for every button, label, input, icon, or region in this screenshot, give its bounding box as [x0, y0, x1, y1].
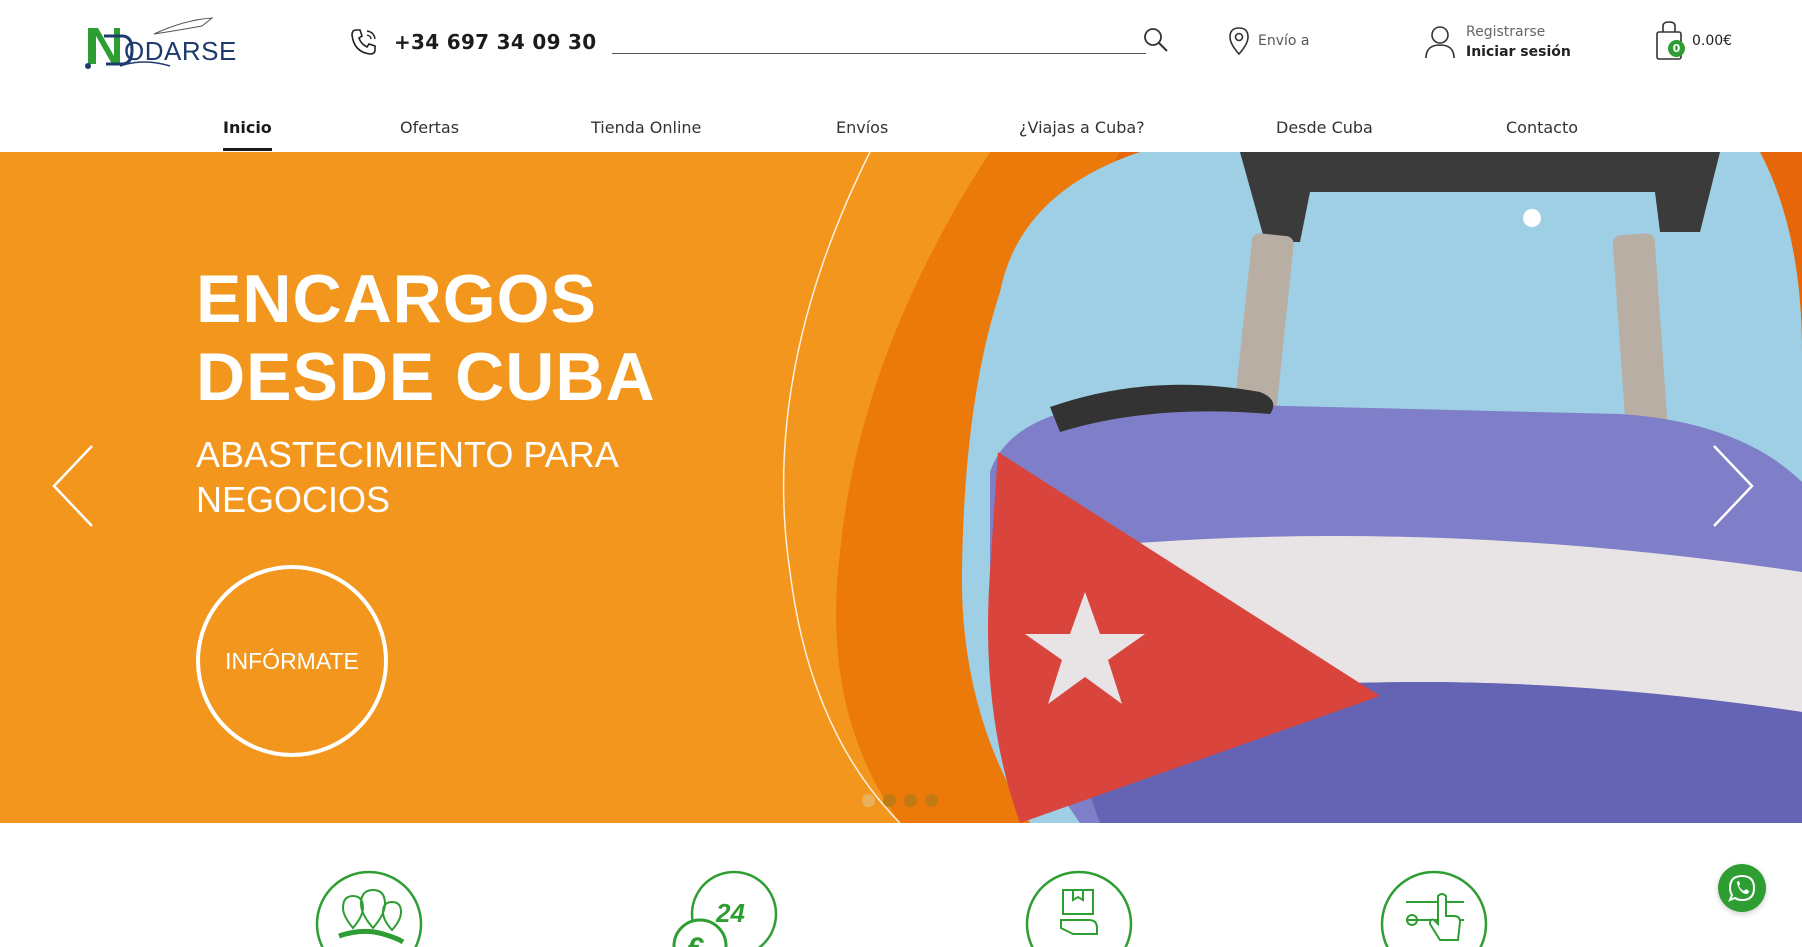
nav-item-contacto[interactable]: Contacto	[1506, 118, 1578, 137]
slider-next-button[interactable]	[1706, 444, 1756, 528]
hero-title: ENCARGOS DESDE CUBA	[196, 261, 656, 415]
nav-item-viajas-a-cuba[interactable]: ¿Viajas a Cuba?	[1019, 118, 1145, 137]
svg-text:€: €	[688, 932, 705, 947]
login-link[interactable]: Iniciar sesión	[1466, 42, 1571, 62]
features-row: 24 €	[0, 823, 1802, 947]
ship-label: Envío a	[1258, 33, 1310, 49]
logo[interactable]: ODARSE	[84, 14, 244, 70]
hero-subtitle: ABASTECIMIENTO PARA NEGOCIOS	[196, 434, 617, 520]
nav-item-tienda-online[interactable]: Tienda Online	[591, 118, 701, 137]
header: ODARSE +34 697 34 09 30 Envío a Registra…	[0, 0, 1802, 86]
svg-text:24: 24	[715, 898, 745, 928]
slider-pagination	[862, 794, 938, 807]
phone-icon	[351, 29, 376, 55]
hero-cta-button[interactable]: INFÓRMATE	[196, 565, 388, 757]
cart-count-badge: 0	[1668, 40, 1685, 57]
chevron-right-icon	[1713, 445, 1754, 527]
account[interactable]: Registrarse Iniciar sesión	[1424, 22, 1571, 62]
search-button[interactable]	[1142, 26, 1172, 54]
cart-total: 0.00€	[1692, 33, 1733, 49]
phone-number[interactable]: +34 697 34 09 30	[394, 30, 597, 54]
package-delivery-icon	[1025, 870, 1133, 947]
slider-dot[interactable]	[925, 794, 938, 807]
user-icon	[1425, 26, 1455, 59]
whatsapp-button[interactable]	[1718, 864, 1766, 912]
whatsapp-icon	[1728, 874, 1756, 902]
search-bar	[612, 24, 1172, 56]
cart-icon-wrap: 0	[1654, 20, 1686, 62]
cuba-map-pins-icon	[315, 870, 423, 947]
hero-slider: ENCARGOS DESDE CUBA ABASTECIMIENTO PARA …	[0, 152, 1802, 823]
cart[interactable]: 0 0.00€	[1654, 20, 1732, 62]
nav-item-desde-cuba[interactable]: Desde Cuba	[1276, 118, 1373, 137]
nav-item-ofertas[interactable]: Ofertas	[400, 118, 459, 137]
slider-prev-button[interactable]	[50, 444, 100, 528]
nav-item-envios[interactable]: Envíos	[836, 118, 888, 137]
slider-dot[interactable]	[904, 794, 917, 807]
phone-contact[interactable]: +34 697 34 09 30	[348, 26, 597, 58]
location-pin-icon	[1229, 27, 1249, 56]
touch-select-icon	[1380, 870, 1488, 947]
slider-dot[interactable]	[883, 794, 896, 807]
chevron-left-icon	[52, 445, 93, 527]
nav-item-inicio[interactable]: Inicio	[223, 118, 272, 151]
search-icon	[1144, 28, 1168, 52]
register-link[interactable]: Registrarse	[1466, 22, 1571, 42]
slider-dot[interactable]	[862, 794, 875, 807]
logo-mark: ODARSE	[85, 17, 236, 69]
24h-euro-icon: 24 €	[672, 870, 778, 947]
ship-to[interactable]: Envío a	[1228, 26, 1310, 56]
search-input[interactable]	[612, 24, 1146, 54]
main-nav: Inicio Ofertas Tienda Online Envíos ¿Via…	[0, 100, 1802, 152]
